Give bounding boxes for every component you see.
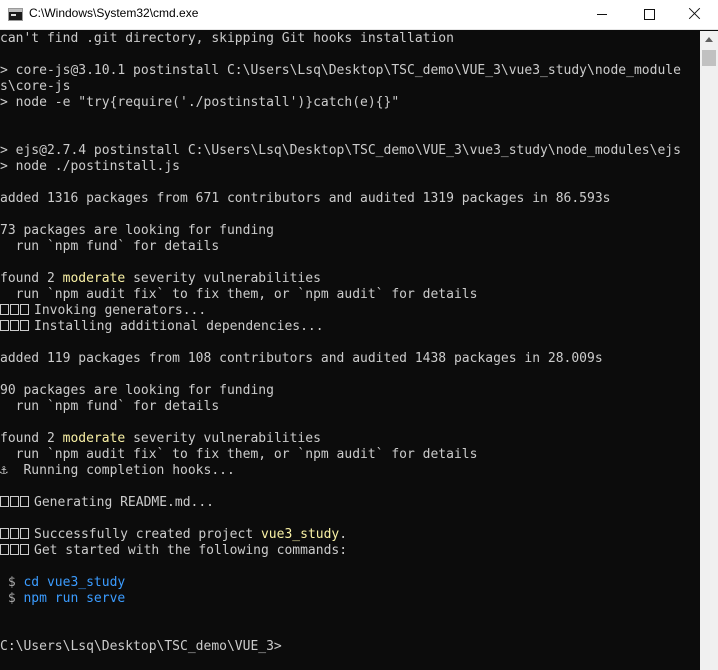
console-line: $ cd vue3_study [0,575,126,590]
cmd-window: C:\Windows\System32\cmd.exe can't find .… [0,0,718,670]
close-button[interactable] [672,0,718,29]
missing-glyph-icon [10,304,19,315]
console-line: found 2 moderate severity vulnerabilitie… [0,431,321,446]
missing-glyph-icon [0,496,9,507]
console-line: can't find .git directory, skipping Git … [0,31,454,46]
close-icon [688,7,702,21]
console-line: Generating README.md... [0,495,700,511]
maximize-button[interactable] [626,0,672,29]
console-line: $ npm run serve [0,591,126,606]
missing-glyph-icon [20,544,29,555]
missing-glyph-icon [20,304,29,315]
missing-glyph-icon [0,544,9,555]
scrollbar-thumb[interactable] [702,50,716,66]
console-line: s\core-js [0,79,71,94]
window-title: C:\Windows\System32\cmd.exe [29,6,199,20]
missing-glyph-icon [20,320,29,331]
scroll-up-arrow-icon[interactable] [700,31,718,48]
console-line: added 119 packages from 108 contributors… [0,351,603,366]
console-line: ⚓ Running completion hooks... [0,463,235,478]
console-line: Get started with the following commands: [0,543,700,559]
console-line: Successfully created project vue3_study. [0,527,700,543]
missing-glyph-icon [0,304,9,315]
vertical-scrollbar[interactable] [700,31,718,670]
cmd-console-icon[interactable] [8,8,23,21]
command-prompt[interactable]: C:\Users\Lsq\Desktop\TSC_demo\VUE_3> [0,639,700,655]
moderate-label: moderate [62,271,126,286]
console-line: > node ./postinstall.js [0,159,181,174]
console-line: > core-js@3.10.1 postinstall C:\Users\Ls… [0,63,681,78]
title-bar[interactable]: C:\Windows\System32\cmd.exe [0,0,718,30]
anchor-icon: ⚓ [0,463,8,478]
missing-glyph-icon [0,320,9,331]
console-output[interactable]: can't find .git directory, skipping Git … [0,31,700,670]
console-line: added 1316 packages from 671 contributor… [0,191,611,206]
moderate-label: moderate [62,431,126,446]
console-line: Installing additional dependencies... [0,319,700,335]
missing-glyph-icon [20,528,29,539]
command-serve: npm run serve [23,591,126,606]
minimize-button[interactable] [580,0,626,29]
console-line: Invoking generators... [0,303,700,319]
missing-glyph-icon [10,320,19,331]
missing-glyph-icon [10,544,19,555]
project-name: vue3_study [260,527,340,542]
maximize-icon [644,9,655,20]
console-line: > node -e "try{require('./postinstall')}… [0,95,400,110]
missing-glyph-icon [10,528,19,539]
console-line: run `npm fund` for details [0,239,220,254]
console-line: run `npm audit fix` to fix them, or `npm… [0,447,478,462]
console-line: found 2 moderate severity vulnerabilitie… [0,271,321,286]
console-line: run `npm audit fix` to fix them, or `npm… [0,287,478,302]
command-cd: cd vue3_study [23,575,126,590]
missing-glyph-icon [10,496,19,507]
console-line: 73 packages are looking for funding [0,223,274,238]
minimize-icon [597,14,607,15]
console-line: 90 packages are looking for funding [0,383,274,398]
console-line: > ejs@2.7.4 postinstall C:\Users\Lsq\Des… [0,143,681,158]
console-line: run `npm fund` for details [0,399,220,414]
missing-glyph-icon [0,528,9,539]
missing-glyph-icon [20,496,29,507]
